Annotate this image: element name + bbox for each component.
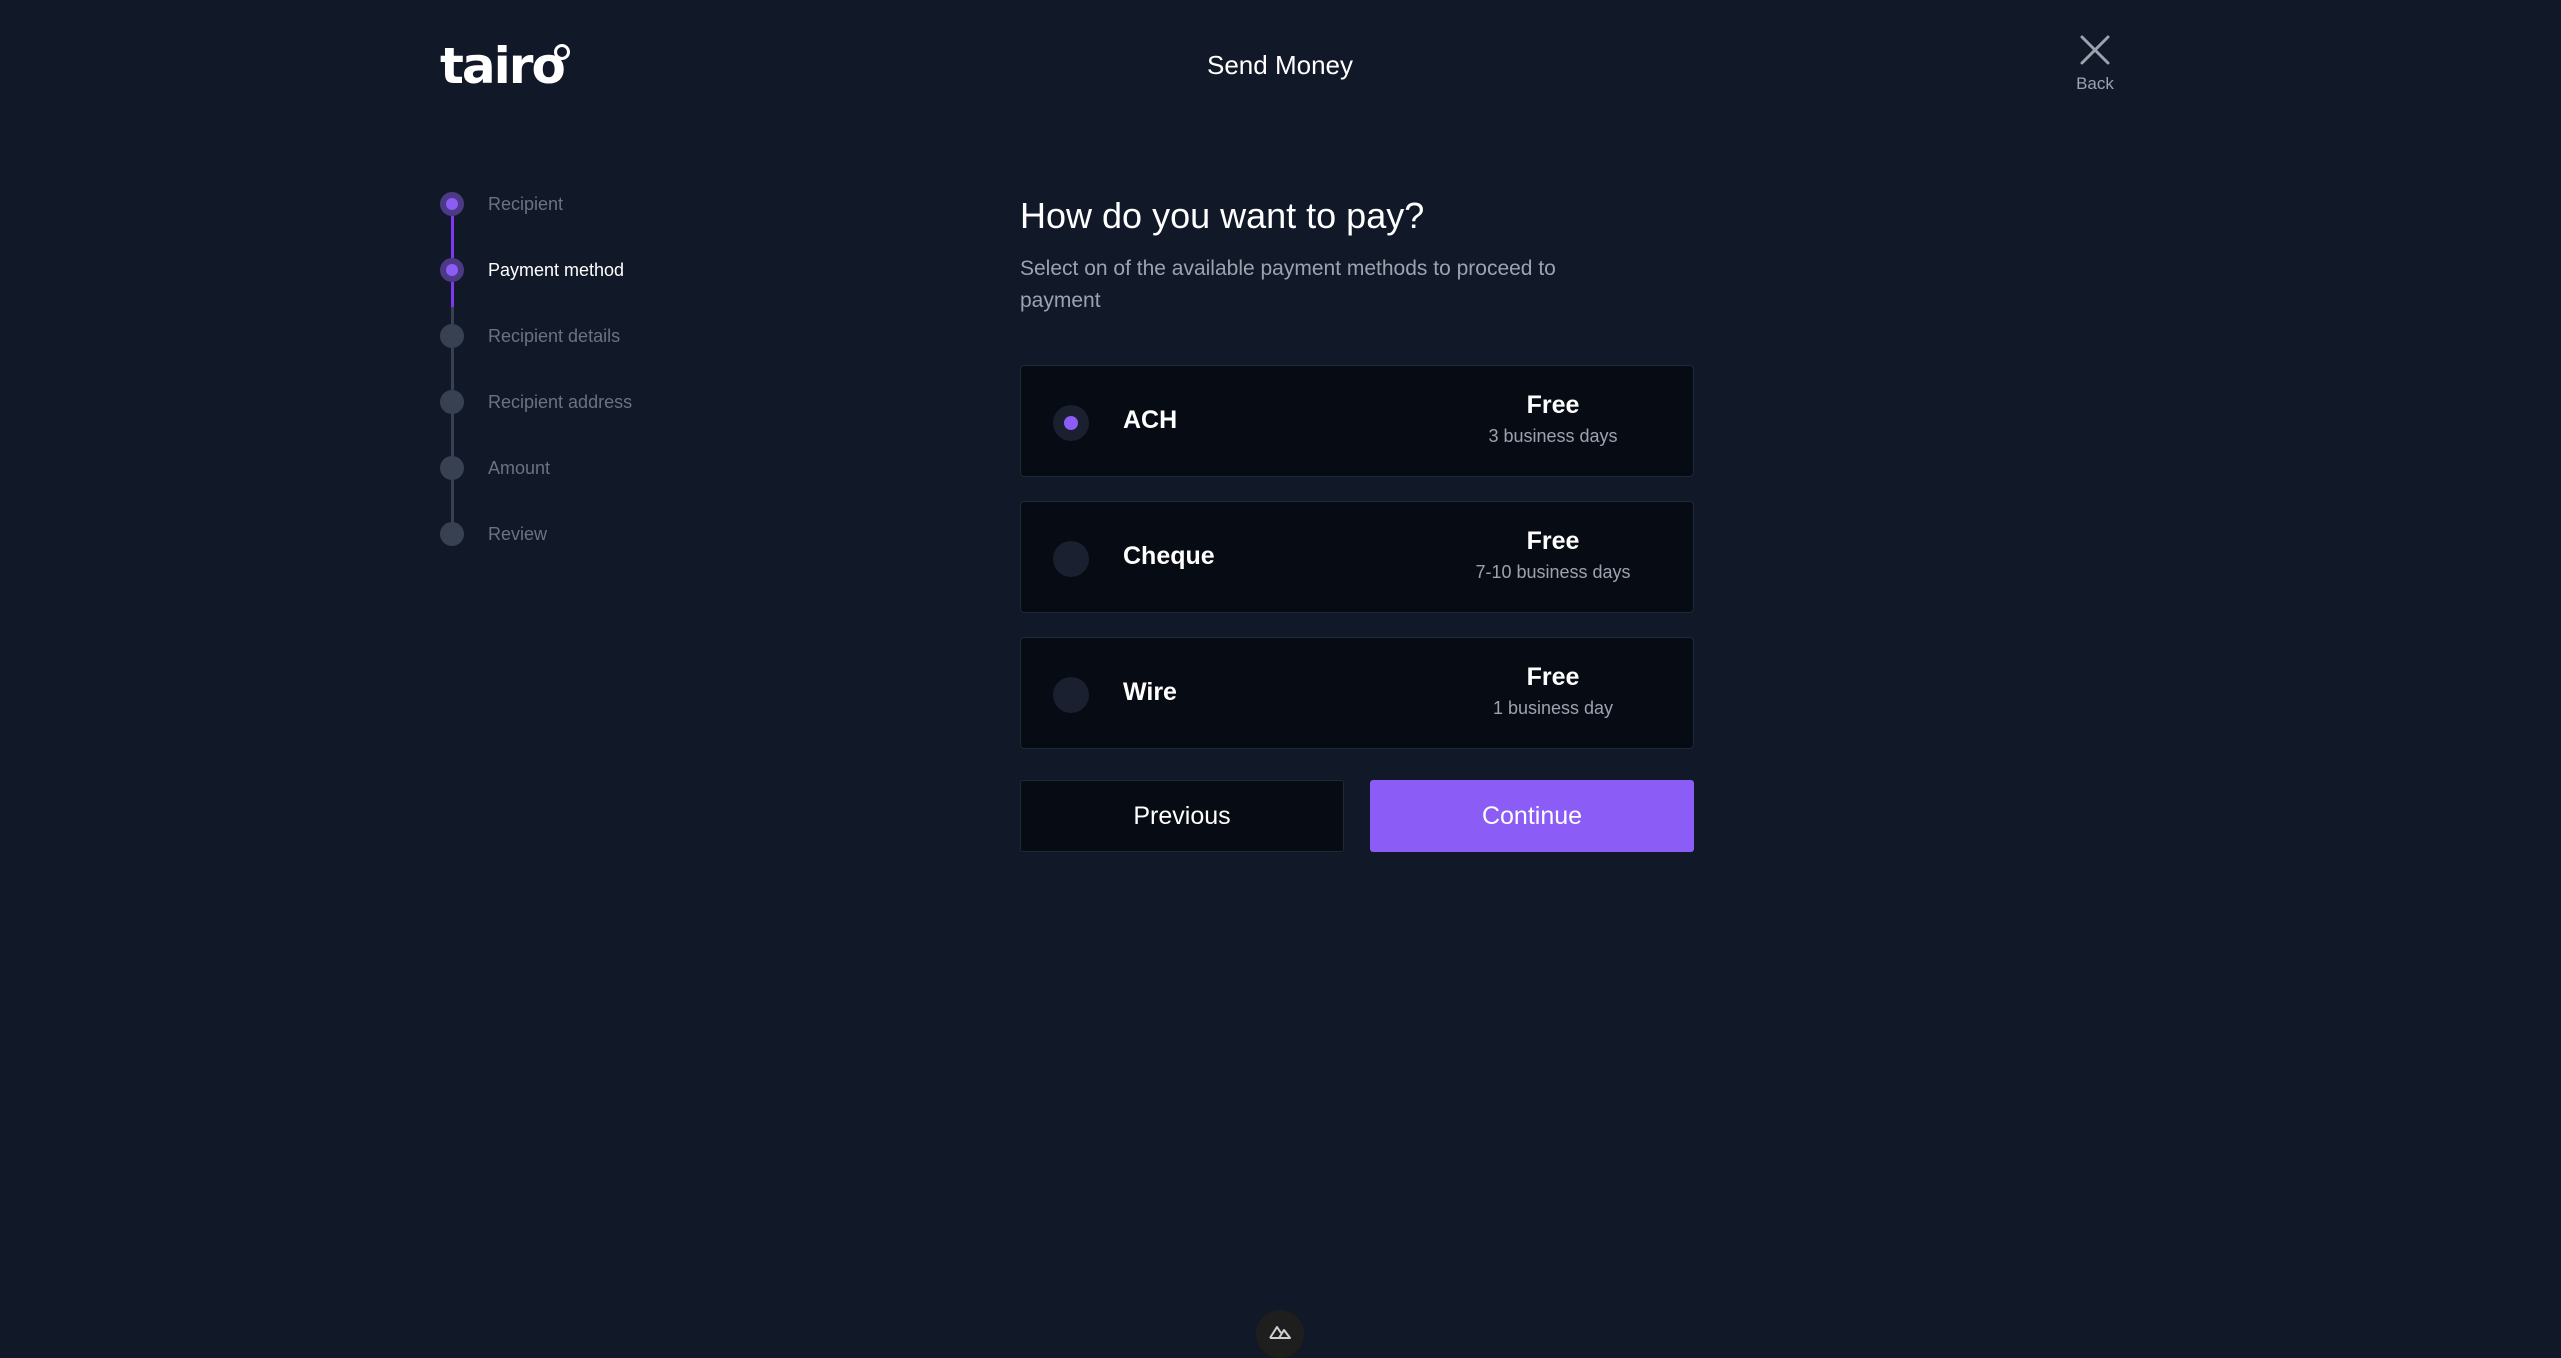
option-delivery-time: 1 business day [1492,698,1614,718]
step-connector [451,480,454,522]
payment-option-cheque[interactable]: Cheque Free 7-10 business days [1020,501,1694,613]
back-button[interactable]: Back [2060,34,2130,94]
step-pending-dot [440,456,464,480]
step-recipient[interactable]: Recipient [440,192,632,258]
step-amount[interactable]: Amount [440,456,632,522]
page-subtitle: Select on of the available payment metho… [1020,257,1556,312]
option-fee: Free [1526,663,1580,691]
nuxt-icon [1269,1326,1291,1339]
option-delivery-time: 3 business days [1488,426,1618,446]
close-icon [2080,35,2110,65]
step-connector [451,414,454,456]
radio-button[interactable] [1053,677,1089,713]
option-fee: Free [1526,527,1580,555]
option-name: Cheque [1123,542,1215,570]
step-payment-method[interactable]: Payment method [440,258,632,324]
step-recipient-address[interactable]: Recipient address [440,390,632,456]
tairo-logo[interactable]: tairo [440,40,572,92]
page-title: Send Money [1207,50,1353,80]
option-fee: Free [1526,391,1580,419]
payment-option-wire[interactable]: Wire Free 1 business day [1020,637,1694,749]
option-name: ACH [1123,406,1178,434]
step-pending-dot [440,390,464,414]
radio-button[interactable] [1053,405,1089,441]
logo-dot [554,44,570,60]
step-connector [451,282,454,324]
step-pending-dot [440,522,464,546]
step-connector [451,216,454,258]
option-name: Wire [1123,678,1177,706]
payment-method-panel: How do you want to pay? Select on of the… [1020,195,1694,749]
payment-option-ach[interactable]: ACH Free 3 business days [1020,365,1694,477]
radio-button[interactable] [1053,541,1089,577]
step-active-dot [440,258,464,282]
step-label: Payment method [488,260,625,280]
back-label: Back [2076,74,2114,93]
step-label: Recipient [488,194,564,214]
progress-stepper: Recipient Payment method Recipient detai… [440,192,632,588]
payment-options: ACH Free 3 business days Cheque Free 7-1… [1020,365,1694,749]
form-actions: Previous Continue [1020,780,1694,852]
continue-button[interactable]: Continue [1370,780,1694,852]
step-review[interactable]: Review [440,522,632,588]
step-label: Recipient details [488,326,621,346]
logo-text: tairo [440,37,566,95]
step-recipient-details[interactable]: Recipient details [440,324,632,390]
nuxt-devtools-button[interactable] [1256,1310,1304,1358]
step-pending-dot [440,324,464,348]
step-connector [451,348,454,390]
step-complete-dot [440,192,464,216]
previous-button[interactable]: Previous [1020,780,1344,852]
step-label: Review [488,524,548,544]
page-heading: How do you want to pay? [1020,195,1425,236]
option-delivery-time: 7-10 business days [1475,562,1631,582]
step-label: Recipient address [488,392,633,412]
step-label: Amount [488,458,551,478]
